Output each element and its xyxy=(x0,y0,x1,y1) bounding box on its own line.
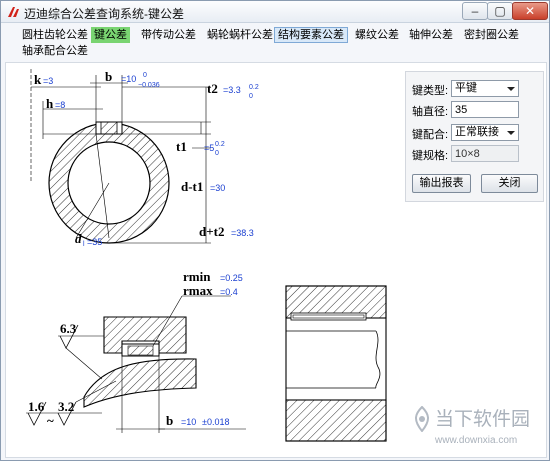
t2-value: =3.3 xyxy=(223,85,241,95)
k-label: k xyxy=(34,72,42,87)
t1-tolerance-upper: 0.2 xyxy=(215,141,225,148)
tab-key[interactable]: 键公差 xyxy=(91,27,130,43)
window-title: 迈迪综合公差查询系统-键公差 xyxy=(24,7,184,21)
tab-bearing-fit[interactable]: 轴承配合公差 xyxy=(19,43,91,59)
longitudinal-section-view xyxy=(285,285,387,442)
d-t2-value: =38.3 xyxy=(231,228,254,238)
roughness-3-2: 3.2 xyxy=(58,399,74,414)
close-button[interactable]: 关闭 xyxy=(481,174,538,193)
d-value: =35 xyxy=(87,237,102,247)
maximize-button[interactable]: ▢ xyxy=(487,2,513,20)
b-bottom-value: =10 xyxy=(181,417,196,427)
tab-cylindrical-gear[interactable]: 圆柱齿轮公差 xyxy=(19,27,91,43)
tab-seal-ring[interactable]: 密封圈公差 xyxy=(461,27,522,43)
b-label: b xyxy=(105,69,112,84)
key-type-select[interactable]: 平键 xyxy=(451,80,519,97)
d-label: d xyxy=(75,231,82,246)
tab-bar: 圆柱齿轮公差 键公差 带传动公差 蜗轮蜗杆公差 结构要素公差 螺纹公差 轴伸公差… xyxy=(2,24,549,60)
t1-value: =5 xyxy=(204,143,214,153)
app-logo-icon xyxy=(8,7,19,17)
shaft-section-view xyxy=(30,69,211,244)
app-window: 迈迪综合公差查询系统-键公差 – ▢ ✕ 圆柱齿轮公差 键公差 带传动公差 蜗轮… xyxy=(0,0,550,461)
b-value: =10 xyxy=(121,74,136,84)
tilde-symbol: ~ xyxy=(47,413,54,428)
title-bar: 迈迪综合公差查询系统-键公差 – ▢ ✕ xyxy=(1,1,549,23)
k-value: =3 xyxy=(43,76,53,86)
tab-thread[interactable]: 螺纹公差 xyxy=(352,27,402,43)
watermark-logo-icon xyxy=(415,406,429,432)
shaft-diameter-label: 轴直径: xyxy=(412,106,449,118)
close-window-button[interactable]: ✕ xyxy=(512,2,548,20)
rmin-value: =0.25 xyxy=(220,273,243,283)
b-tolerance-lower: −0.036 xyxy=(138,82,160,89)
d-t2-label: d+t2 xyxy=(199,224,224,239)
tab-structural-elements[interactable]: 结构要素公差 xyxy=(274,27,348,43)
d-t1-value: =30 xyxy=(210,183,225,193)
shaft-diameter-input[interactable] xyxy=(451,101,519,118)
tab-shaft-extension[interactable]: 轴伸公差 xyxy=(406,27,456,43)
chevron-down-icon xyxy=(507,87,515,91)
t1-label: t1 xyxy=(176,139,187,154)
t2-label: t2 xyxy=(207,81,218,96)
h-value: =8 xyxy=(55,100,65,110)
key-type-value: 平键 xyxy=(455,82,477,94)
key-fit-value: 正常联接 xyxy=(455,126,499,138)
key-fit-select[interactable]: 正常联接 xyxy=(451,124,519,141)
tab-belt-drive[interactable]: 带传动公差 xyxy=(138,27,199,43)
key-type-label: 键类型: xyxy=(412,85,449,97)
d-subscript: l xyxy=(83,241,85,248)
d-t1-label: d-t1 xyxy=(181,179,203,194)
watermark: 当下软件园 www.downxia.com xyxy=(411,402,543,454)
key-spec-field xyxy=(451,145,519,162)
t1-tolerance-lower: 0 xyxy=(215,150,219,157)
minimize-button[interactable]: – xyxy=(462,2,488,20)
roughness-1-6: 1.6 xyxy=(28,399,45,414)
b-tolerance-upper: 0 xyxy=(143,72,147,79)
watermark-url: www.downxia.com xyxy=(435,435,518,446)
chevron-down-icon xyxy=(507,131,515,135)
roughness-6-3: 6.3 xyxy=(60,321,77,336)
key-parameter-panel: 键类型: 平键 轴直径: 键配合: 正常联接 键规格: 输出报表 关闭 xyxy=(405,71,544,202)
rmax-label: rmax xyxy=(183,283,213,298)
t2-tolerance-upper: 0.2 xyxy=(249,84,259,91)
key-spec-label: 键规格: xyxy=(412,150,449,162)
b-bottom-tolerance: ±0.018 xyxy=(202,417,229,427)
tab-worm-gear[interactable]: 蜗轮蜗杆公差 xyxy=(204,27,276,43)
export-report-button[interactable]: 输出报表 xyxy=(412,174,471,193)
rmax-value: =0.4 xyxy=(220,287,238,297)
rmin-label: rmin xyxy=(183,269,211,284)
watermark-text: 当下软件园 xyxy=(435,408,531,430)
t2-tolerance-lower: 0 xyxy=(249,93,253,100)
key-fit-label: 键配合: xyxy=(412,129,449,141)
b-bottom-label: b xyxy=(166,413,173,428)
h-label: h xyxy=(46,96,54,111)
